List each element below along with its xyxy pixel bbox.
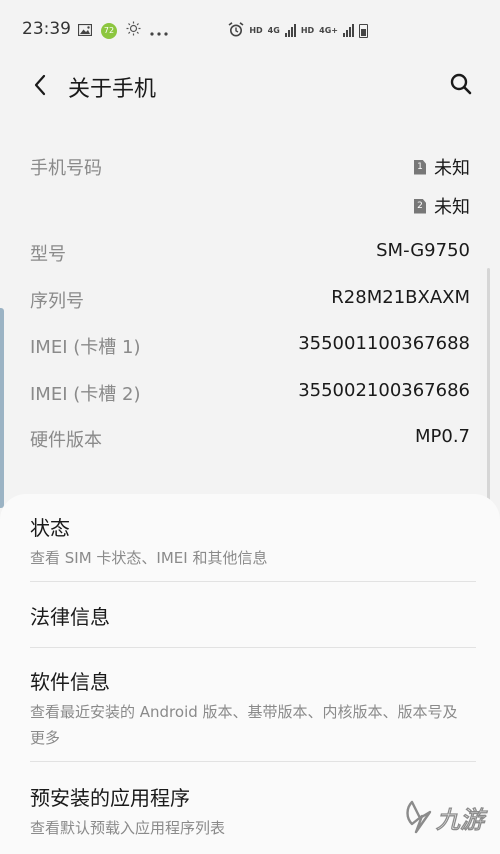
- status-right-icons: HD 4G HD 4G+: [228, 22, 368, 39]
- page-title: 关于手机: [68, 77, 157, 102]
- serial-value: R28M21BXAXM: [331, 287, 470, 308]
- imei2-row: IMEI (卡槽 2) 355002100367686: [30, 376, 470, 406]
- brightness-icon: [126, 21, 141, 40]
- chevron-left-icon: [34, 74, 46, 96]
- signal-icon-2: [343, 24, 354, 37]
- notification-badge: 72: [101, 22, 117, 39]
- sim2-value: 2 未知: [414, 193, 470, 219]
- more-dots-icon: [150, 21, 168, 40]
- hd-label-1: HD: [249, 26, 263, 35]
- menu-item-legal[interactable]: 法律信息: [30, 601, 470, 630]
- phone-number-label: 手机号码: [30, 158, 102, 179]
- status-time: 23:39: [22, 19, 71, 39]
- imei2-label: IMEI (卡槽 2): [30, 384, 141, 405]
- alarm-icon: [228, 22, 244, 39]
- sim1-value: 1 未知: [414, 154, 470, 180]
- status-bar: 23:39 72 HD 4G HD 4G+: [0, 0, 500, 60]
- sim2-text: 未知: [434, 197, 470, 218]
- gallery-icon: [77, 21, 93, 40]
- status-left-icons: 72: [77, 21, 168, 40]
- model-value: SM-G9750: [376, 240, 470, 261]
- network-label-1: 4G: [267, 26, 280, 35]
- model-row: 型号 SM-G9750: [30, 236, 470, 266]
- divider: [30, 647, 476, 648]
- hd-label-2: HD: [300, 26, 315, 35]
- imei1-value: 355001100367688: [298, 333, 470, 354]
- hardware-row: 硬件版本 MP0.7: [30, 422, 470, 452]
- back-button[interactable]: [28, 71, 52, 99]
- signal-icon-1: [284, 24, 296, 37]
- model-label: 型号: [30, 244, 66, 265]
- edge-scroll-indicator: [0, 308, 4, 508]
- menu-item-title: 法律信息: [30, 605, 110, 629]
- app-header: 关于手机: [0, 60, 500, 110]
- menu-item-subtitle: 查看最近安装的 Android 版本、基带版本、内核版本、版本号及更多: [30, 703, 458, 747]
- phone-number-row-2: 2 未知: [30, 189, 470, 219]
- sim1-icon: 1: [414, 159, 426, 175]
- divider: [30, 581, 476, 582]
- search-button[interactable]: [448, 71, 474, 97]
- menu-item-subtitle: 查看 SIM 卡状态、IMEI 和其他信息: [30, 549, 268, 567]
- menu-item-title: 状态: [30, 516, 70, 540]
- divider: [30, 761, 476, 762]
- battery-icon: [359, 23, 368, 38]
- menu-item-title: 软件信息: [30, 670, 110, 694]
- network-label-2: 4G+: [319, 26, 338, 35]
- hardware-value: MP0.7: [414, 426, 470, 447]
- sim2-icon: 2: [414, 198, 426, 214]
- imei2-value: 355002100367686: [298, 380, 470, 401]
- phone-number-row: 手机号码 1 未知: [30, 150, 470, 180]
- search-icon: [450, 73, 472, 95]
- watermark-text: 九游: [436, 806, 488, 834]
- hardware-label: 硬件版本: [30, 430, 102, 451]
- sim1-text: 未知: [434, 158, 470, 179]
- serial-label: 序列号: [30, 291, 84, 312]
- imei1-row: IMEI (卡槽 1) 355001100367688: [30, 329, 470, 359]
- menu-item-status[interactable]: 状态 查看 SIM 卡状态、IMEI 和其他信息: [30, 512, 470, 571]
- watermark-logo: 九游: [402, 794, 492, 840]
- menu-item-software[interactable]: 软件信息 查看最近安装的 Android 版本、基带版本、内核版本、版本号及更多: [30, 666, 470, 751]
- imei1-label: IMEI (卡槽 1): [30, 337, 141, 358]
- serial-row: 序列号 R28M21BXAXM: [30, 283, 470, 313]
